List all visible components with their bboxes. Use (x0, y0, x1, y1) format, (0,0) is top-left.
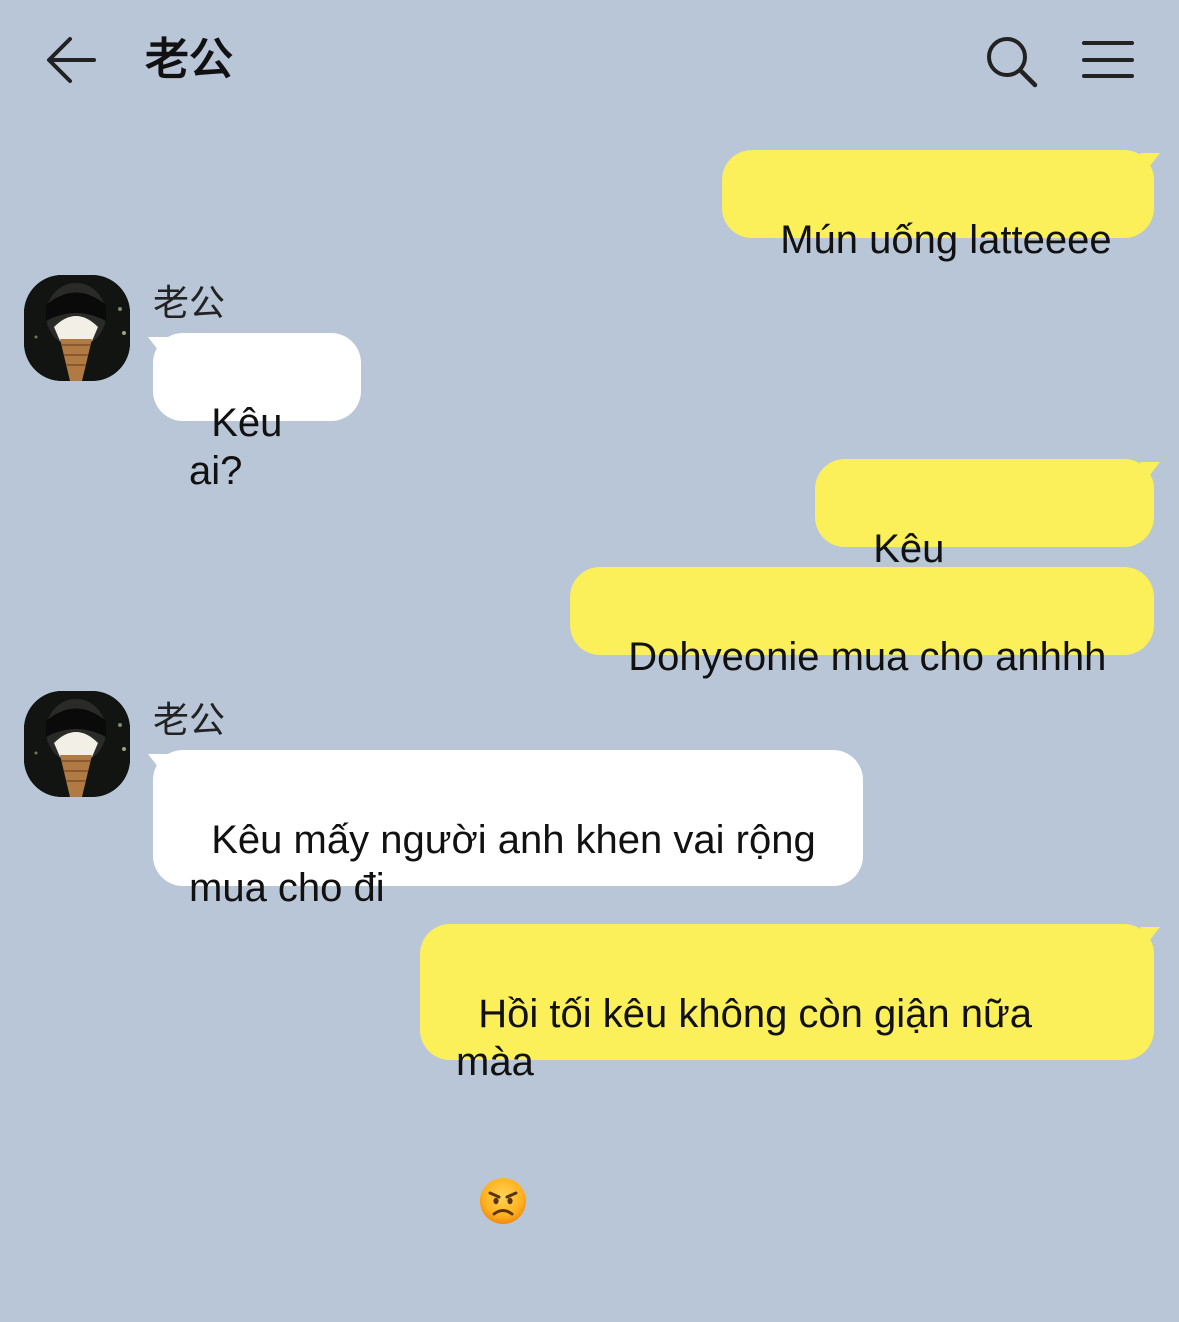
chat-header: 老公 (0, 0, 1179, 120)
avatar[interactable] (24, 691, 130, 797)
message-text: Mún uống latteeee (780, 218, 1112, 262)
message-text: Dohyeonie mua cho anhhh (628, 635, 1107, 679)
message-text: Kêu ai? (189, 401, 294, 493)
angry-face-icon (478, 1086, 528, 1322)
message-bubble-received[interactable]: Kêu mấy người anh khen vai rộng mua cho … (153, 750, 863, 910)
bubble-tail (1140, 927, 1160, 945)
avatar[interactable] (24, 275, 130, 381)
message-bubble-sent[interactable]: Kêu Dohyeon! (815, 459, 1154, 619)
message-bubble-sent[interactable]: Mún uống latteeee (722, 150, 1154, 262)
message-bubble-sent[interactable]: Dohyeonie mua cho anhhh (570, 567, 1154, 679)
avatar-photo (24, 691, 130, 797)
search-button[interactable] (980, 30, 1044, 94)
message-text: Hồi tối kêu không còn giận nữa màa (456, 992, 1033, 1084)
arrow-left-icon (47, 37, 96, 83)
avatar-photo (24, 275, 130, 381)
hamburger-menu-icon (1082, 41, 1134, 78)
bubble-tail (1140, 462, 1160, 480)
bubble-tail (1140, 153, 1160, 171)
sender-name: 老公 (153, 700, 226, 741)
menu-button[interactable] (1076, 30, 1140, 94)
message-bubble-sent[interactable]: Hồi tối kêu không còn giận nữa màa (420, 924, 1154, 1224)
message-text: Kêu mấy người anh khen vai rộng mua cho … (189, 818, 816, 910)
back-button[interactable] (40, 28, 104, 92)
chat-title: 老公 (145, 34, 233, 85)
sender-name: 老公 (153, 283, 226, 324)
message-bubble-received[interactable]: Kêu ai? (153, 333, 361, 493)
search-icon (987, 37, 1038, 88)
